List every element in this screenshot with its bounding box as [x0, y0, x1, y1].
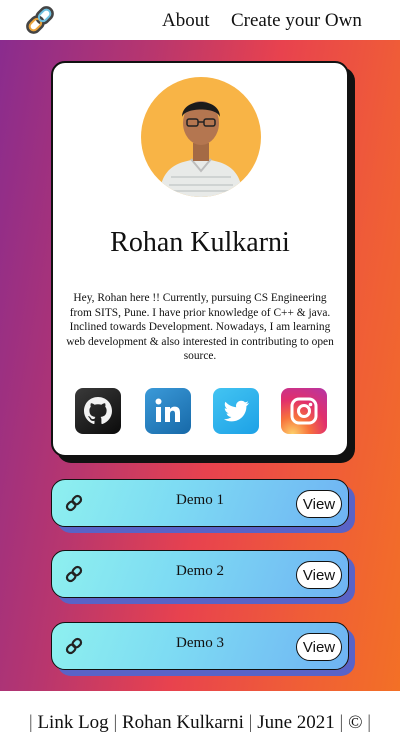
footer-separator: |	[248, 712, 253, 733]
link-chain-icon[interactable]	[22, 3, 58, 37]
footer-separator: |	[28, 712, 33, 733]
avatar-person-icon	[159, 101, 243, 197]
nav-about-link[interactable]: About	[162, 10, 210, 32]
github-icon[interactable]	[75, 388, 121, 434]
profile-name: Rohan Kulkarni	[110, 227, 290, 258]
profile-card: Rohan Kulkarni Hey, Rohan here !! Curren…	[51, 61, 349, 457]
footer-copyright: ©	[348, 712, 363, 733]
instagram-icon[interactable]	[281, 388, 327, 434]
footer-app-name: Link Log	[37, 712, 109, 733]
twitter-icon[interactable]	[213, 388, 259, 434]
demo-link-3[interactable]: Demo 3 View	[51, 622, 349, 670]
social-links	[75, 388, 329, 434]
footer-separator: |	[367, 712, 372, 733]
footer-author: Rohan Kulkarni	[122, 712, 244, 733]
view-button[interactable]: View	[296, 561, 342, 589]
avatar	[141, 77, 261, 197]
view-button[interactable]: View	[296, 633, 342, 661]
top-nav-bar: About Create your Own	[0, 0, 400, 40]
nav-create-link[interactable]: Create your Own	[231, 10, 362, 32]
demo-link-2[interactable]: Demo 2 View	[51, 550, 349, 598]
footer: | Link Log | Rohan Kulkarni | June 2021 …	[0, 691, 400, 755]
footer-separator: |	[339, 712, 344, 733]
linkedin-icon[interactable]	[145, 388, 191, 434]
demo-link-1[interactable]: Demo 1 View	[51, 479, 349, 527]
footer-text: | Link Log | Rohan Kulkarni | June 2021 …	[0, 712, 400, 734]
profile-bio: Hey, Rohan here !! Currently, pursuing C…	[66, 292, 334, 362]
view-button[interactable]: View	[296, 490, 342, 518]
footer-separator: |	[113, 712, 118, 733]
footer-date: June 2021	[257, 712, 335, 733]
